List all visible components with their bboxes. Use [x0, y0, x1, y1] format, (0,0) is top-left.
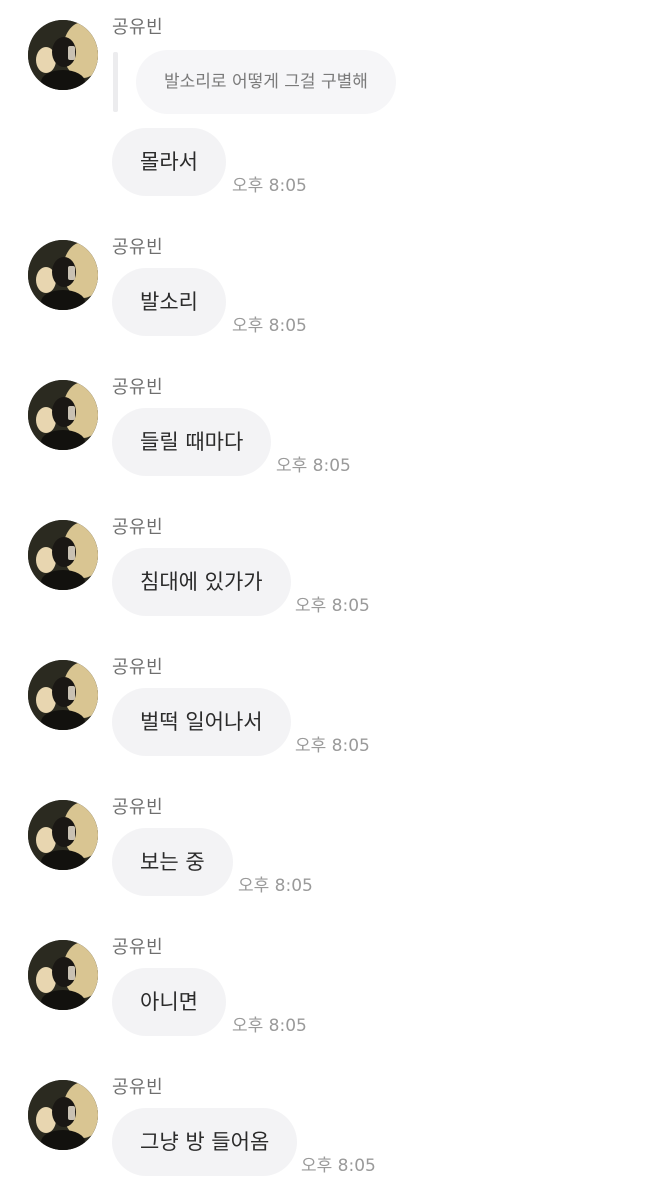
avatar[interactable] [28, 380, 98, 450]
sender-name: 공유빈 [112, 1077, 164, 1098]
message-group: 공유빈 발소리 오후 8:05 [0, 220, 665, 360]
sender-name: 공유빈 [112, 797, 164, 818]
message-group: 공유빈 벌떡 일어나서 오후 8:05 [0, 640, 665, 780]
avatar[interactable] [28, 800, 98, 870]
sender-name: 공유빈 [112, 237, 164, 258]
message-group: 공유빈 그냥 방 들어옴 오후 8:05 [0, 1060, 665, 1199]
message-bubble[interactable]: 발소리 [112, 268, 226, 336]
sender-name: 공유빈 [112, 517, 164, 538]
chat-thread: 공유빈 발소리로 어떻게 그걸 구별해 몰라서 오후 8:05 공유빈 발소리 … [0, 0, 665, 1199]
message-time: 오후 8:05 [232, 176, 307, 196]
sender-name: 공유빈 [112, 377, 164, 398]
message-bubble[interactable]: 아니면 [112, 968, 226, 1036]
message-group: 공유빈 침대에 있가가 오후 8:05 [0, 500, 665, 640]
message-time: 오후 8:05 [295, 596, 370, 616]
message-time: 오후 8:05 [232, 1016, 307, 1036]
sender-name: 공유빈 [112, 937, 164, 958]
message-group: 공유빈 보는 중 오후 8:05 [0, 780, 665, 920]
message-bubble[interactable]: 몰라서 [112, 128, 226, 196]
message-bubble[interactable]: 보는 중 [112, 828, 233, 896]
message-time: 오후 8:05 [232, 316, 307, 336]
avatar[interactable] [28, 240, 98, 310]
message-bubble[interactable]: 벌떡 일어나서 [112, 688, 291, 756]
message-group: 공유빈 아니면 오후 8:05 [0, 920, 665, 1060]
message-time: 오후 8:05 [301, 1156, 376, 1176]
sender-name: 공유빈 [112, 17, 164, 38]
sender-name: 공유빈 [112, 657, 164, 678]
avatar[interactable] [28, 660, 98, 730]
message-bubble[interactable]: 침대에 있가가 [112, 548, 291, 616]
message-time: 오후 8:05 [276, 456, 351, 476]
message-time: 오후 8:05 [238, 876, 313, 896]
message-bubble[interactable]: 그냥 방 들어옴 [112, 1108, 298, 1176]
message-time: 오후 8:05 [295, 736, 370, 756]
avatar[interactable] [28, 940, 98, 1010]
quoted-reply[interactable]: 발소리로 어떻게 그걸 구별해 [136, 50, 396, 114]
reply-indicator [113, 52, 118, 112]
avatar[interactable] [28, 520, 98, 590]
message-bubble[interactable]: 들릴 때마다 [112, 408, 272, 476]
message-group: 공유빈 발소리로 어떻게 그걸 구별해 몰라서 오후 8:05 [0, 0, 665, 210]
avatar[interactable] [28, 20, 98, 90]
message-group: 공유빈 들릴 때마다 오후 8:05 [0, 360, 665, 500]
avatar[interactable] [28, 1080, 98, 1150]
